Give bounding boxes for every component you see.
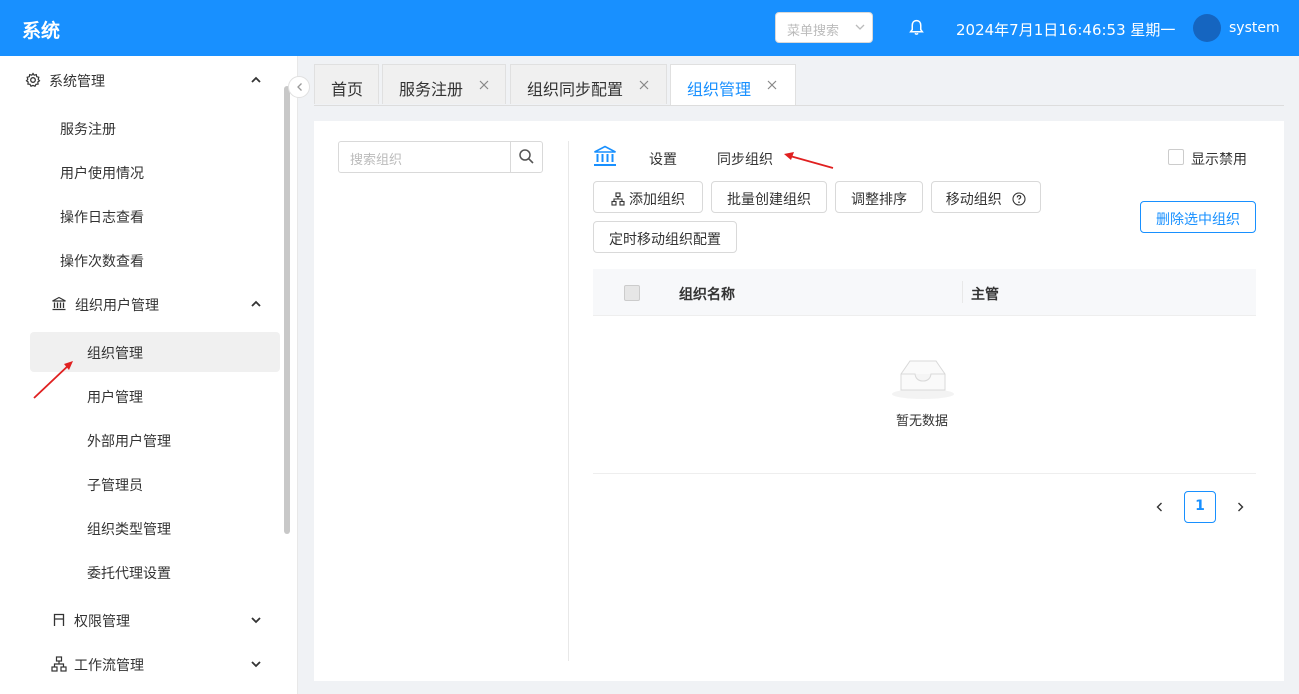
permission-icon [53,613,65,626]
org-tree-search[interactable]: 搜索组织 [338,141,543,173]
chevron-down-icon [855,24,865,30]
sidebar-group-system[interactable]: 系统管理 [49,71,105,91]
show-disabled-checkbox[interactable] [1168,149,1184,165]
sidebar-collapse-button[interactable] [288,76,310,98]
select-all-checkbox[interactable] [624,285,640,301]
tab-label: 组织同步配置 [527,80,624,99]
close-icon[interactable] [767,80,777,90]
tab-org-sync-config[interactable]: 组织同步配置 [510,64,667,104]
search-button[interactable] [510,142,542,172]
sidebar-item-user-usage[interactable]: 用户使用情况 [60,163,144,183]
delete-selected-label: 删除选中组织 [1156,212,1240,228]
sidebar-item-user-manage[interactable]: 用户管理 [87,387,143,407]
org-bank-icon [594,145,616,166]
batch-create-org-button[interactable]: 批量创建组织 [711,181,827,213]
adjust-order-label: 调整排序 [851,192,907,208]
main-panel: 搜索组织 设置 同步组织 显示禁用 添加组织 批量创建组织 调整排序 移动组织 … [314,121,1284,681]
empty-state-text: 暂无数据 [896,414,949,429]
sidebar-group-workflow[interactable]: 工作流管理 [74,655,144,675]
add-org-label: 添加组织 [629,192,685,208]
tab-label: 组织管理 [687,80,752,99]
help-circle-icon[interactable] [1012,192,1026,206]
delete-selected-org-button[interactable]: 删除选中组织 [1140,201,1256,233]
avatar[interactable] [1193,14,1221,42]
add-org-button[interactable]: 添加组织 [593,181,703,213]
move-org-label: 移动组织 [945,192,1002,208]
sidebar-item-external-user[interactable]: 外部用户管理 [87,431,171,451]
column-header-manager[interactable]: 主管 [971,284,999,304]
chevron-left-icon [297,83,302,91]
sidebar-group-permission[interactable]: 权限管理 [74,611,130,631]
sidebar-item-op-count[interactable]: 操作次数查看 [60,251,144,271]
pagination-current-page[interactable]: 1 [1184,491,1216,523]
chevron-up-icon[interactable] [250,74,262,86]
sync-org-link[interactable]: 同步组织 [717,149,773,169]
close-icon[interactable] [639,80,649,90]
gear-icon [25,72,41,87]
adjust-order-button[interactable]: 调整排序 [835,181,923,213]
tab-org-manage[interactable]: 组织管理 [670,64,796,105]
column-divider [962,281,963,303]
sidebar-subgroup-org-user[interactable]: 组织用户管理 [75,295,159,315]
timed-move-config-button[interactable]: 定时移动组织配置 [593,221,737,253]
menu-search-select[interactable]: 菜单搜索 [775,12,873,43]
tab-label: 服务注册 [399,80,464,99]
tab-bar: 首页 服务注册 组织同步配置 组织管理 [314,64,1284,106]
sidebar-item-op-log[interactable]: 操作日志查看 [60,207,144,227]
tab-home[interactable]: 首页 [314,64,379,104]
bank-icon [52,296,66,311]
table-bottom-border [593,473,1256,474]
tab-label: 首页 [331,80,364,99]
move-org-button[interactable]: 移动组织 [931,181,1041,213]
workflow-icon [51,656,67,672]
show-disabled-label: 显示禁用 [1191,152,1247,168]
app-title: 系统 [22,20,61,42]
chevron-left-icon[interactable] [1154,501,1166,513]
empty-inbox-icon [892,360,954,399]
chevron-down-icon[interactable] [250,614,262,626]
org-tree-icon [611,192,625,206]
org-search-placeholder: 搜索组织 [350,153,403,168]
annotation-arrow [784,152,834,169]
chevron-up-icon[interactable] [250,298,262,310]
sidebar-scrollbar[interactable] [284,86,290,534]
table-header: 组织名称 主管 [593,269,1256,316]
annotation-arrow [33,361,73,399]
sidebar-item-service-register[interactable]: 服务注册 [60,119,116,139]
sidebar-item-sub-admin[interactable]: 子管理员 [87,475,143,495]
sidebar-item-org-manage[interactable]: 组织管理 [87,343,143,363]
menu-search-placeholder: 菜单搜索 [787,24,840,39]
timed-move-label: 定时移动组织配置 [609,232,721,248]
search-icon [519,149,534,164]
settings-link[interactable]: 设置 [649,149,677,169]
username[interactable]: system [1229,20,1280,36]
datetime-display: 2024年7月1日16:46:53 星期一 [956,21,1176,39]
panel-divider [568,141,569,661]
chevron-down-icon[interactable] [250,658,262,670]
sidebar-item-delegation[interactable]: 委托代理设置 [87,563,171,583]
batch-create-label: 批量创建组织 [727,192,811,208]
tab-service-register[interactable]: 服务注册 [382,64,506,104]
close-icon[interactable] [479,80,489,90]
column-header-org-name[interactable]: 组织名称 [679,284,735,304]
top-header: 系统 菜单搜索 2024年7月1日16:46:53 星期一 system [0,0,1299,56]
chevron-right-icon[interactable] [1234,501,1246,513]
bell-icon[interactable] [908,19,925,36]
sidebar-item-org-type[interactable]: 组织类型管理 [87,519,171,539]
